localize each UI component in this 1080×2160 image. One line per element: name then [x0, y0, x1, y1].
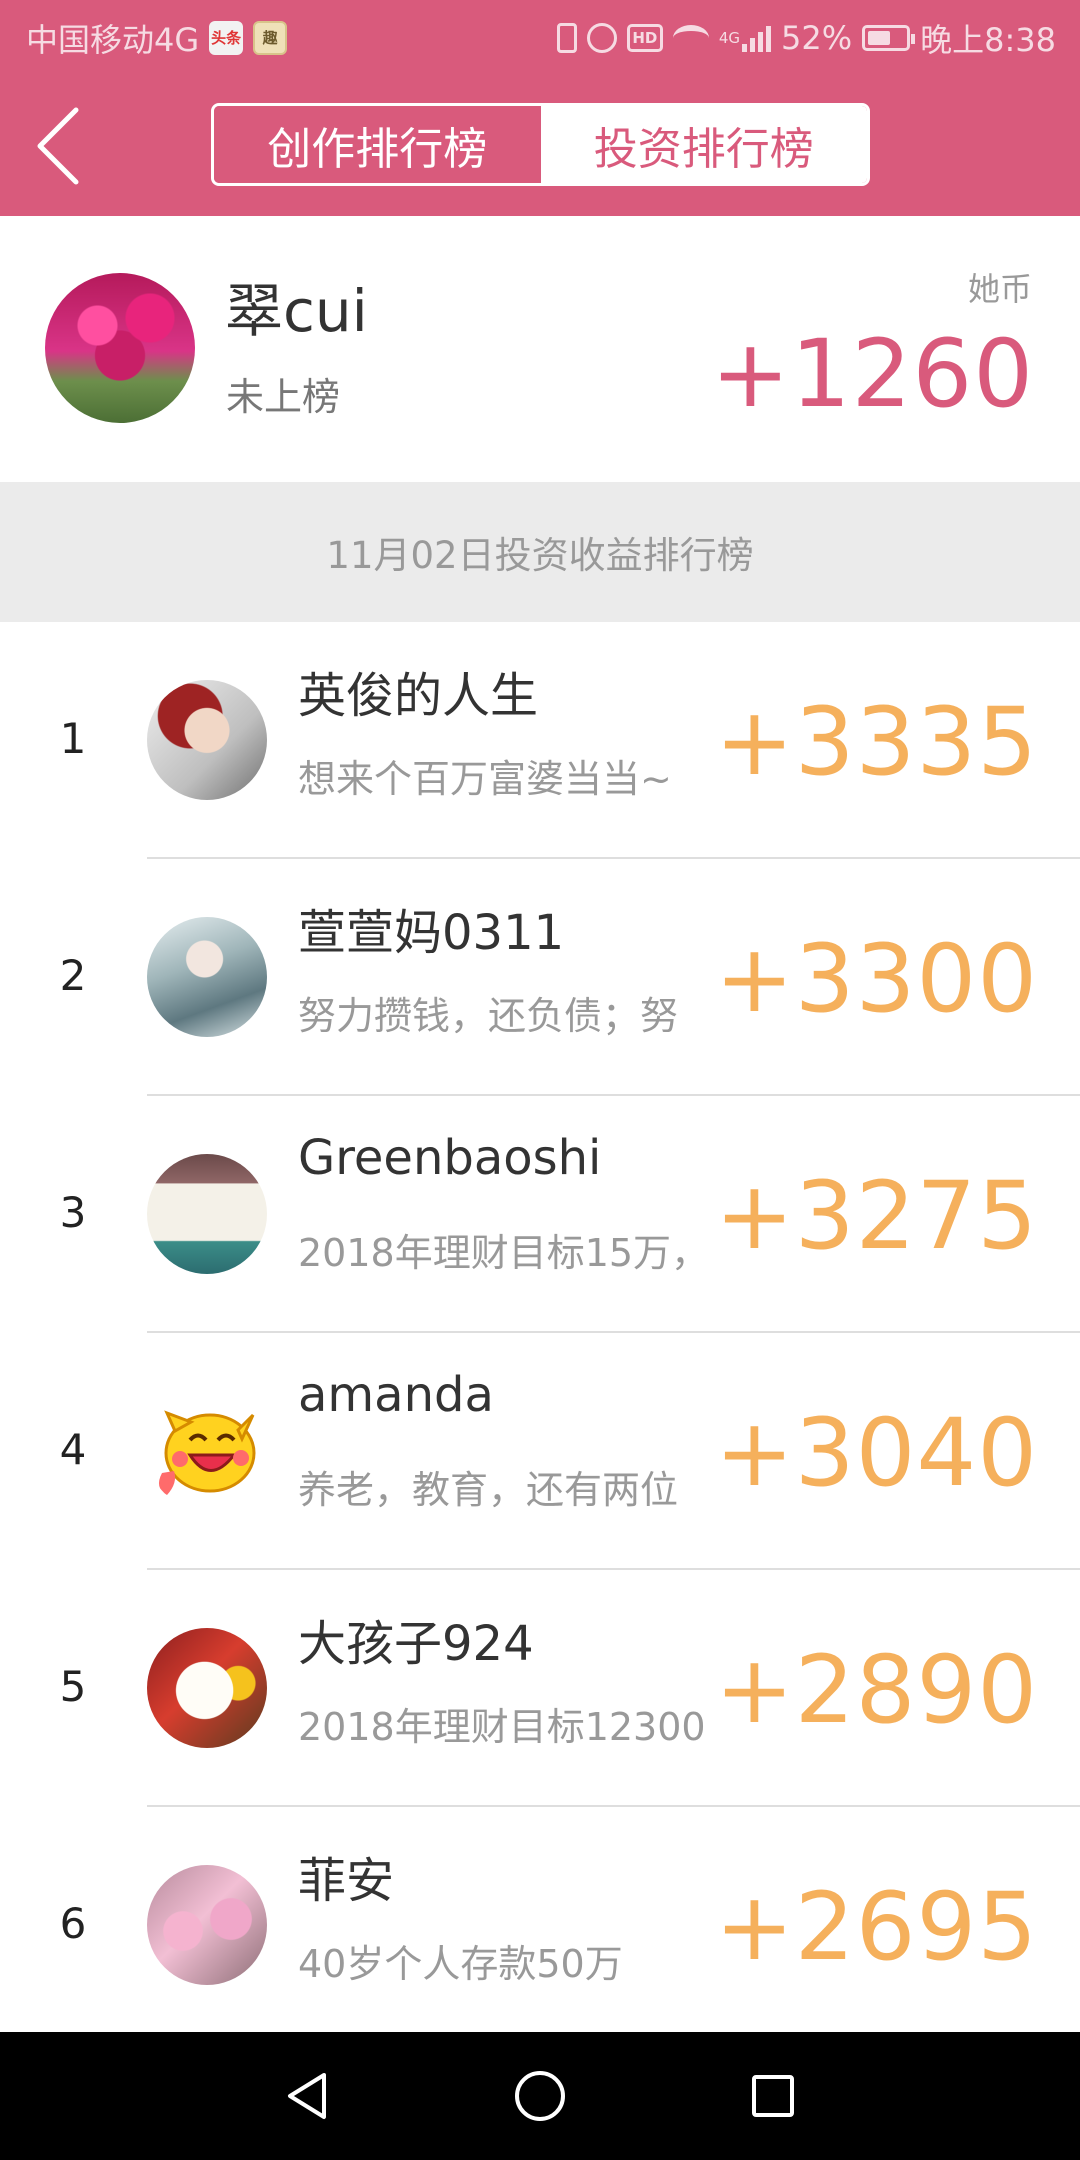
- header: 创作排行榜 投资排行榜: [0, 76, 1080, 216]
- rank-number: 5: [59, 1662, 87, 1711]
- my-avatar[interactable]: [45, 273, 195, 423]
- user-avatar[interactable]: [147, 1391, 267, 1511]
- tab-creation-ranking[interactable]: 创作排行榜: [214, 106, 541, 183]
- user-avatar[interactable]: [147, 917, 267, 1037]
- user-avatar[interactable]: [147, 680, 267, 800]
- app-notification-icon: 趣: [253, 21, 288, 55]
- nav-recent-apps-button[interactable]: [728, 2051, 818, 2141]
- vibrate-icon: [556, 23, 577, 53]
- user-name: 菲安: [298, 1853, 395, 1909]
- rank-number: 4: [59, 1425, 87, 1474]
- nav-back-button[interactable]: [262, 2051, 352, 2141]
- user-score: +2890: [715, 1636, 1038, 1745]
- ranking-row-1[interactable]: 1 英俊的人生 想来个百万富婆当当~ +3335: [0, 622, 1080, 859]
- ranking-row-4[interactable]: 4 amanda 养老，教育，还有两位 +3040: [0, 1333, 1080, 1570]
- my-ranking-status: 未上榜: [226, 375, 341, 419]
- user-name: 大孩子924: [298, 1616, 534, 1672]
- cartoon-avatar-icon: [158, 1410, 256, 1495]
- clock: 晚上8:38: [920, 21, 1056, 59]
- user-name: 英俊的人生: [298, 668, 539, 724]
- ranking-row-6[interactable]: 6 菲安 40岁个人存款50万 +2695: [0, 1807, 1080, 2044]
- rank-number: 3: [59, 1188, 87, 1237]
- back-arrow-icon: [37, 107, 79, 185]
- user-motto: 40岁个人存款50万: [298, 1942, 623, 1986]
- rank-number: 1: [59, 714, 87, 763]
- alarm-icon: [586, 23, 617, 53]
- nav-home-button[interactable]: [495, 2051, 585, 2141]
- battery-percent: 52%: [781, 19, 853, 57]
- hd-icon: HD: [626, 24, 663, 52]
- ranking-list: 1 英俊的人生 想来个百万富婆当当~ +3335 2 萱萱妈0311 努力攒钱，…: [0, 622, 1080, 2032]
- nav-home-icon: [514, 2071, 565, 2121]
- user-motto: 2018年理财目标12300: [298, 1705, 706, 1749]
- status-left: 中国移动4G 头条 趣: [26, 15, 288, 61]
- user-score: +2695: [715, 1873, 1038, 1982]
- toutiao-app-icon: 头条: [209, 21, 244, 55]
- user-avatar[interactable]: [147, 1628, 267, 1748]
- status-bar: 中国移动4G 头条 趣 HD 4G 52% 晚上8:38: [0, 0, 1080, 76]
- section-header: 11月02日投资收益排行榜: [0, 482, 1080, 622]
- section-title: 11月02日投资收益排行榜: [326, 534, 754, 577]
- user-avatar[interactable]: [147, 1865, 267, 1985]
- rank-number: 6: [59, 1899, 87, 1948]
- user-score: +3335: [715, 688, 1038, 797]
- user-name: 萱萱妈0311: [298, 905, 565, 961]
- user-avatar[interactable]: [147, 1154, 267, 1274]
- my-ranking-card: 翠cui 未上榜 她币 +1260: [0, 216, 1080, 482]
- user-motto: 2018年理财目标15万，: [298, 1231, 710, 1275]
- coin-label: 她币: [967, 270, 1032, 308]
- user-motto: 想来个百万富婆当当~: [298, 757, 672, 801]
- ranking-row-2[interactable]: 2 萱萱妈0311 努力攒钱，还负债；努 +3300: [0, 859, 1080, 1096]
- ranking-row-5[interactable]: 5 大孩子924 2018年理财目标12300 +2890: [0, 1570, 1080, 1807]
- my-score: +1260: [711, 320, 1034, 429]
- nav-recent-apps-icon: [752, 2075, 795, 2117]
- ranking-row-3[interactable]: 3 Greenbaoshi 2018年理财目标15万， +3275: [0, 1096, 1080, 1333]
- tab-investment-ranking[interactable]: 投资排行榜: [540, 106, 867, 183]
- user-motto: 养老，教育，还有两位: [298, 1468, 679, 1512]
- user-score: +3275: [715, 1162, 1038, 1271]
- user-score: +3300: [715, 925, 1038, 1034]
- battery-icon: [862, 25, 916, 51]
- back-button[interactable]: [24, 104, 104, 188]
- ranking-screen: 中国移动4G 头条 趣 HD 4G 52% 晚上8:38 创作排行榜 投资排行榜: [0, 0, 1080, 2160]
- system-navigation-bar: [0, 2032, 1080, 2160]
- battery-fill: [868, 31, 891, 45]
- carrier-label: 中国移动4G: [26, 21, 200, 59]
- user-name: Greenbaoshi: [298, 1130, 602, 1186]
- wifi-icon: [672, 25, 709, 51]
- user-score: +3040: [715, 1399, 1038, 1508]
- signal-icon: [742, 24, 771, 52]
- rank-number: 2: [59, 951, 87, 1000]
- user-motto: 努力攒钱，还负债；努: [298, 994, 679, 1038]
- nav-back-icon: [287, 2073, 326, 2119]
- status-right: HD 4G 52% 晚上8:38: [556, 15, 1056, 61]
- ranking-tabs: 创作排行榜 投资排行榜: [211, 103, 870, 186]
- user-name: amanda: [298, 1367, 494, 1423]
- my-name: 翠cui: [225, 277, 368, 345]
- network-label: 4G: [718, 29, 740, 47]
